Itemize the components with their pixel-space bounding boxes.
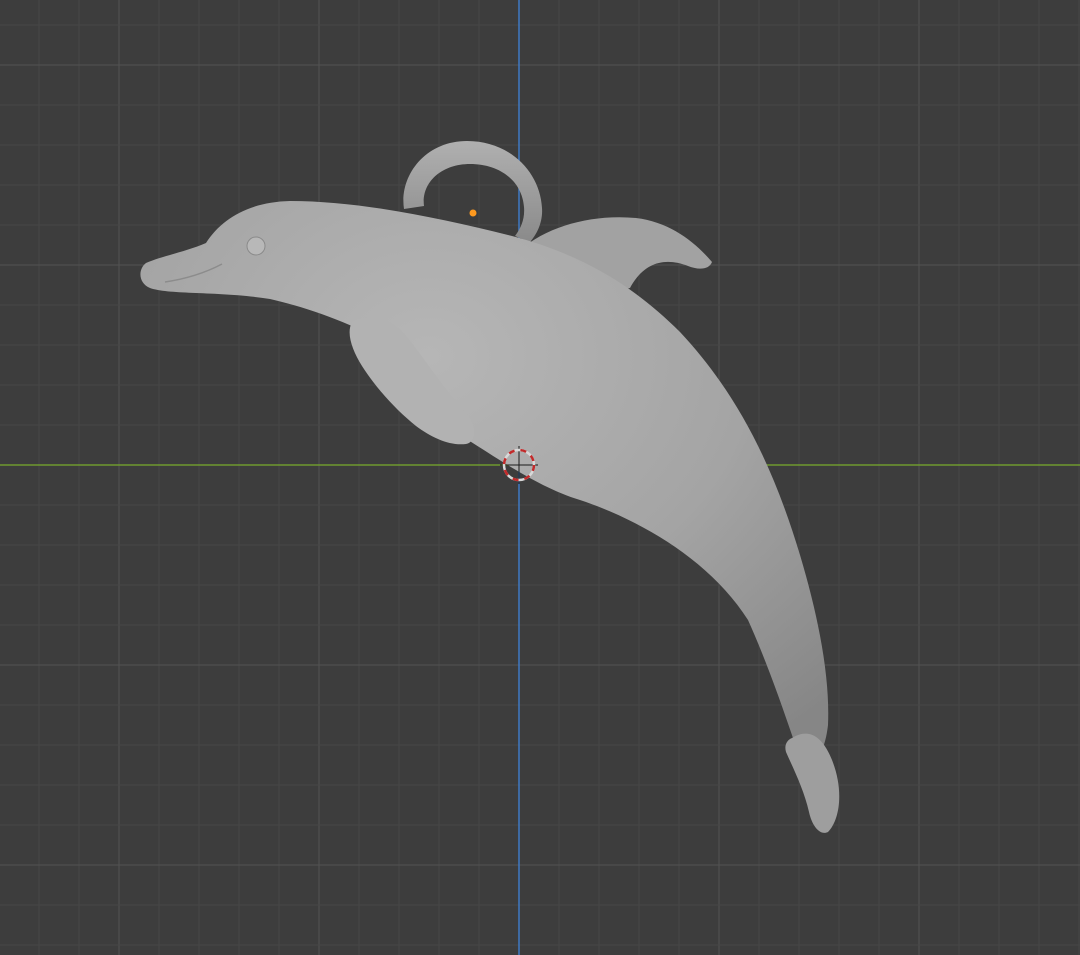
dolphin-mesh[interactable] [140, 141, 840, 833]
tail-fluke [785, 733, 840, 833]
dolphin-body [140, 201, 829, 756]
origin-dot-icon [469, 209, 477, 217]
dolphin-eye [246, 236, 266, 256]
viewport-canvas[interactable] [0, 0, 1080, 955]
3d-viewport[interactable] [0, 0, 1080, 955]
